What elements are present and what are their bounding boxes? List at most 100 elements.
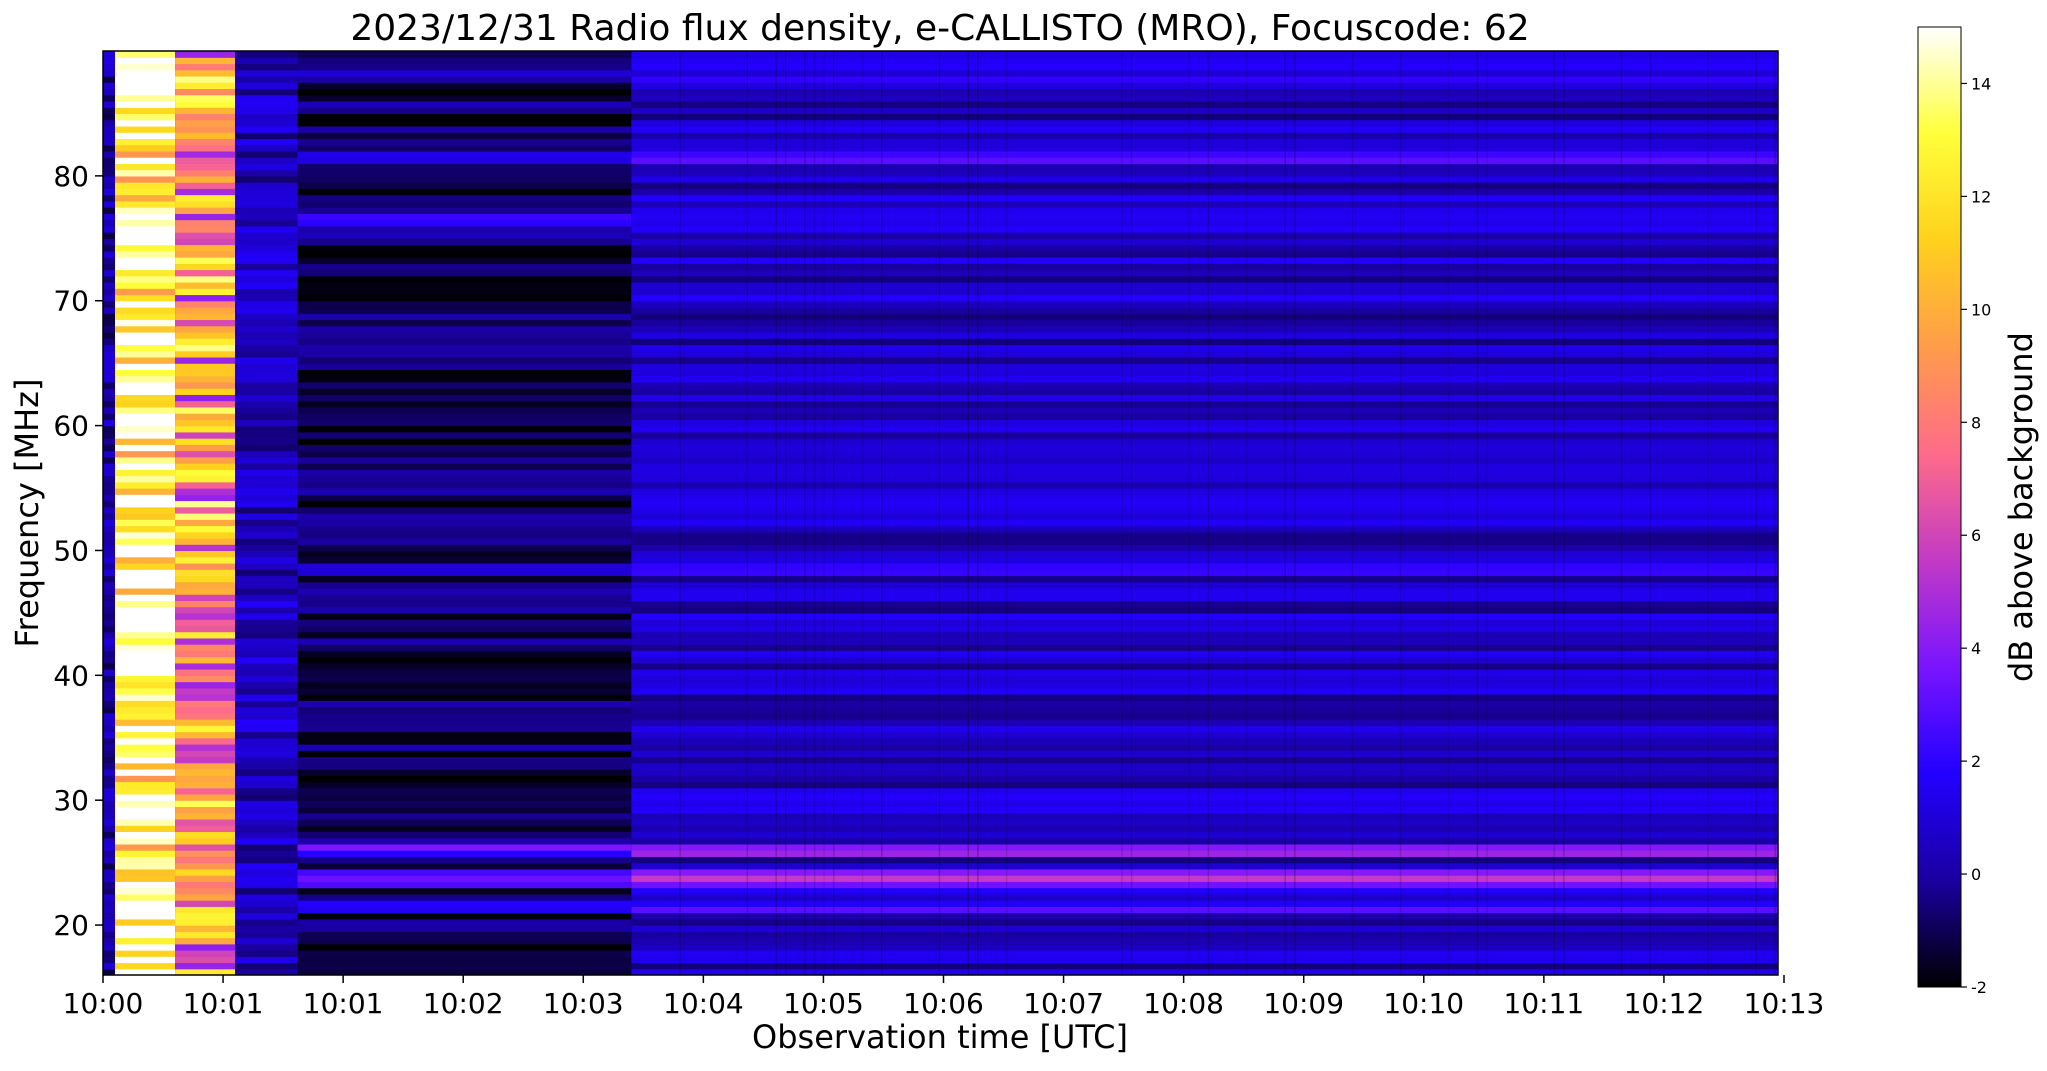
heatmap-cell bbox=[103, 712, 116, 720]
heatmap-cell bbox=[175, 413, 236, 420]
heatmap-cell bbox=[631, 531, 1778, 539]
heatmap-cell bbox=[103, 943, 116, 951]
heatmap-cell bbox=[297, 163, 632, 171]
heatmap-cell bbox=[235, 313, 298, 321]
heatmap-cell bbox=[175, 57, 236, 65]
heatmap-cell bbox=[235, 575, 298, 583]
heatmap-cell bbox=[631, 506, 1778, 514]
heatmap-cell bbox=[235, 369, 298, 377]
heatmap-cell bbox=[235, 837, 298, 845]
heatmap-cell bbox=[115, 238, 176, 246]
heatmap-cell bbox=[103, 525, 116, 533]
heatmap-cell bbox=[297, 363, 632, 371]
heatmap-cell bbox=[297, 175, 632, 183]
heatmap-cell bbox=[115, 344, 176, 352]
heatmap-cell bbox=[175, 175, 236, 183]
heatmap-cell bbox=[175, 912, 236, 920]
heatmap-cell bbox=[103, 500, 116, 508]
heatmap-cell bbox=[631, 444, 1778, 452]
heatmap-cell bbox=[235, 719, 298, 726]
heatmap-cell bbox=[175, 550, 236, 558]
heatmap-cell bbox=[235, 587, 298, 595]
heatmap-streak bbox=[775, 51, 777, 975]
heatmap-cell bbox=[115, 893, 176, 901]
heatmap-cell bbox=[631, 712, 1778, 720]
heatmap-cell bbox=[115, 125, 176, 133]
heatmap-cell bbox=[103, 962, 116, 970]
heatmap-cell bbox=[103, 775, 116, 783]
heatmap-cell bbox=[631, 781, 1778, 789]
heatmap-cell bbox=[631, 800, 1778, 808]
y-tick-label: 70 bbox=[53, 285, 89, 318]
heatmap-segment bbox=[235, 51, 298, 975]
heatmap-cell bbox=[631, 63, 1778, 71]
heatmap-cell bbox=[297, 438, 632, 445]
heatmap-cell bbox=[175, 275, 236, 283]
heatmap-cell bbox=[297, 731, 632, 739]
heatmap-cell bbox=[175, 825, 236, 833]
heatmap-streak bbox=[1351, 51, 1354, 975]
heatmap-cell bbox=[115, 57, 176, 65]
heatmap-cell bbox=[175, 125, 236, 133]
heatmap-cell bbox=[175, 238, 236, 246]
heatmap-cell bbox=[103, 918, 116, 926]
heatmap-cell bbox=[297, 107, 632, 115]
heatmap-cell bbox=[631, 818, 1778, 826]
heatmap-cell bbox=[235, 363, 298, 371]
heatmap-cell bbox=[297, 700, 632, 708]
heatmap-cell bbox=[235, 694, 298, 701]
heatmap-cell bbox=[297, 400, 632, 408]
heatmap-cell bbox=[297, 656, 632, 664]
heatmap-cell bbox=[115, 463, 176, 470]
heatmap-cell bbox=[175, 575, 236, 583]
heatmap-cell bbox=[175, 269, 236, 277]
heatmap-cell bbox=[235, 450, 298, 458]
heatmap-cell bbox=[103, 531, 116, 539]
heatmap-cell bbox=[297, 444, 632, 452]
heatmap-cell bbox=[235, 356, 298, 364]
heatmap-cell bbox=[297, 431, 632, 439]
heatmap-cell bbox=[297, 600, 632, 608]
heatmap-cell bbox=[115, 257, 176, 264]
heatmap-cell bbox=[175, 762, 236, 770]
heatmap-cell bbox=[235, 806, 298, 814]
heatmap-cell bbox=[175, 694, 236, 701]
heatmap-cell bbox=[297, 513, 632, 520]
x-axis-label: Observation time [UTC] bbox=[752, 1018, 1128, 1056]
heatmap-streak bbox=[1399, 51, 1402, 975]
heatmap-cell bbox=[115, 625, 176, 633]
heatmap-cell bbox=[103, 731, 116, 739]
heatmap-cell bbox=[115, 406, 176, 414]
heatmap-cell bbox=[115, 475, 176, 483]
heatmap-cell bbox=[103, 925, 116, 932]
heatmap-cell bbox=[115, 925, 176, 932]
heatmap-cell bbox=[175, 188, 236, 196]
heatmap-cell bbox=[103, 719, 116, 726]
heatmap-cell bbox=[297, 369, 632, 377]
heatmap-cell bbox=[103, 587, 116, 595]
heatmap-cell bbox=[175, 837, 236, 845]
heatmap-cell bbox=[103, 550, 116, 558]
heatmap-cell bbox=[115, 400, 176, 408]
heatmap-cell bbox=[103, 82, 116, 90]
heatmap-cell bbox=[115, 787, 176, 795]
heatmap-cell bbox=[175, 950, 236, 957]
heatmap-cell bbox=[115, 694, 176, 701]
heatmap-cell bbox=[115, 831, 176, 839]
heatmap-cell bbox=[115, 94, 176, 102]
heatmap-cell bbox=[175, 394, 236, 402]
heatmap-cell bbox=[631, 88, 1778, 96]
heatmap-cell bbox=[297, 419, 632, 427]
heatmap-cell bbox=[103, 575, 116, 583]
heatmap-cell bbox=[103, 737, 116, 745]
heatmap-cell bbox=[631, 868, 1778, 876]
heatmap-cell bbox=[631, 943, 1778, 951]
heatmap-cell bbox=[103, 569, 116, 577]
heatmap-cell bbox=[103, 619, 116, 626]
heatmap-cell bbox=[175, 63, 236, 71]
heatmap-cell bbox=[235, 413, 298, 420]
heatmap-cell bbox=[297, 313, 632, 321]
heatmap-cell bbox=[103, 912, 116, 920]
heatmap-cell bbox=[297, 381, 632, 389]
heatmap-cell bbox=[175, 157, 236, 164]
